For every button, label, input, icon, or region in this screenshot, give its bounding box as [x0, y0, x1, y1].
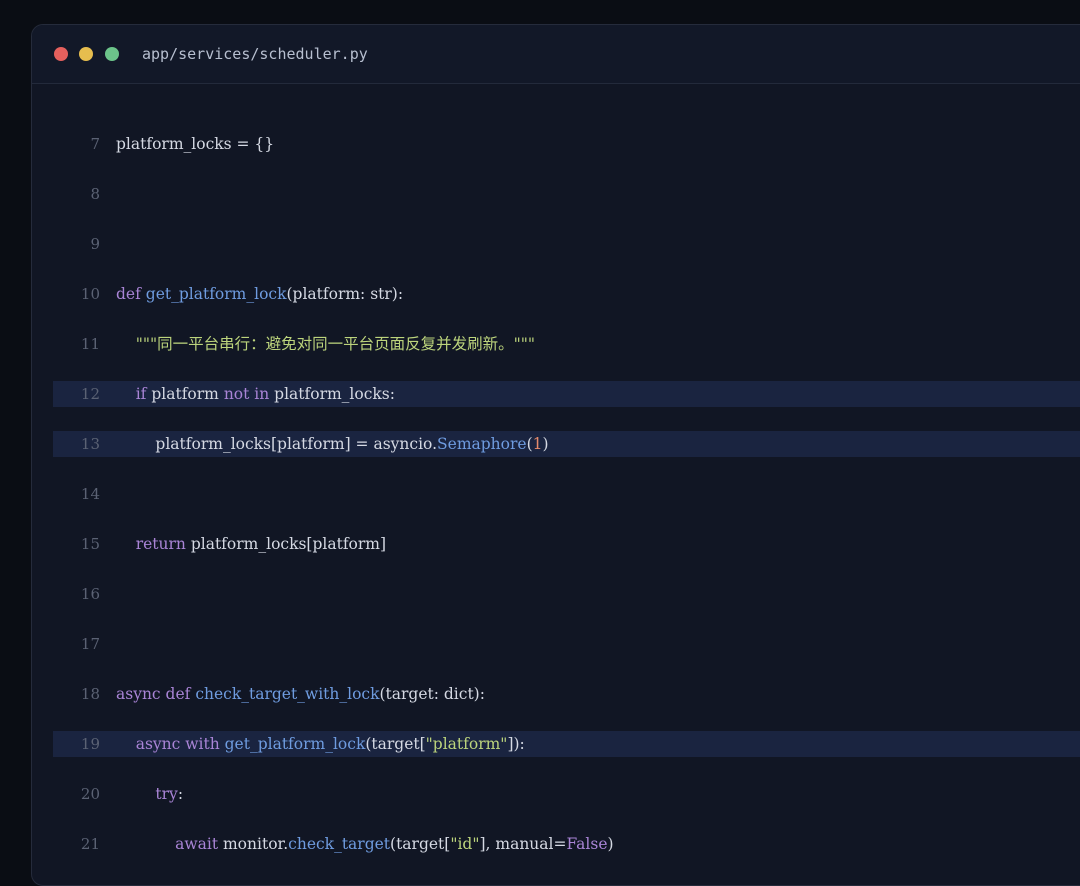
code-token: async def [116, 685, 196, 703]
editor-window: app/services/scheduler.py 7 platform_lock… [31, 24, 1080, 886]
code-token: if [135, 385, 147, 403]
code-token: monitor. [218, 835, 289, 853]
line-number: 20 [80, 785, 100, 803]
code-token: "platform" [425, 735, 508, 753]
code-line[interactable]: 9 [53, 231, 1080, 257]
code-token: async with [135, 735, 225, 753]
line-code-text: return platform_locks[platform] [116, 531, 386, 557]
line-code-text: try: [116, 781, 183, 807]
line-number: 18 [80, 685, 100, 703]
code-line[interactable]: 17 [53, 631, 1080, 657]
code-line[interactable]: 21 await monitor.check_target(target["id… [53, 831, 1080, 857]
code-token: 1 [532, 435, 543, 453]
code-line[interactable]: 14 [53, 481, 1080, 507]
line-number: 13 [80, 435, 100, 453]
code-token: platform_locks[platform] [185, 535, 387, 553]
code-line[interactable]: 10 def get_platform_lock(platform: str): [53, 281, 1080, 307]
line-code-text: async with get_platform_lock(target["pla… [116, 731, 525, 757]
code-token: (platform: str): [286, 285, 404, 303]
line-number: 9 [90, 235, 100, 253]
line-code-text: platform_locks = {} [116, 131, 274, 157]
line-number: 14 [80, 485, 100, 503]
code-token: get_platform_lock [145, 285, 287, 303]
code-token: platform_locks[platform] = asyncio. [116, 435, 438, 453]
code-line[interactable]: 20 try: [53, 781, 1080, 807]
code-line[interactable]: 7 platform_locks = {} [53, 131, 1080, 157]
code-token: ], manual= [479, 835, 567, 853]
line-code-text: """同一平台串行：避免对同一平台页面反复并发刷新。""" [116, 331, 535, 357]
code-token: platform [146, 385, 224, 403]
code-token: not in [223, 385, 270, 403]
code-editor[interactable]: 7 platform_locks = {} 8 9 10 def get_platform… [32, 25, 1080, 885]
code-token: def [116, 285, 146, 303]
code-line[interactable]: 8 [53, 181, 1080, 207]
code-token: """同一平台串行：避免对同一平台页面反复并发刷新。""" [135, 335, 535, 353]
line-number: 8 [90, 185, 100, 203]
code-line[interactable]: 15 return platform_locks[platform] [53, 531, 1080, 557]
code-line[interactable]: 11 """同一平台串行：避免对同一平台页面反复并发刷新。""" [53, 331, 1080, 357]
line-number: 21 [80, 835, 100, 853]
code-line-highlighted[interactable]: 12 if platform not in platform_locks: [53, 381, 1080, 407]
code-token: Semaphore [437, 435, 527, 453]
line-code-text: async def check_target_with_lock(target:… [116, 681, 485, 707]
line-code-text: def get_platform_lock(platform: str): [116, 281, 403, 307]
line-number: 16 [80, 585, 100, 603]
code-token: ) [607, 835, 614, 853]
code-token: check_target [288, 835, 391, 853]
line-code-text: if platform not in platform_locks: [116, 381, 395, 407]
code-token: get_platform_lock [224, 735, 366, 753]
line-number: 17 [80, 635, 100, 653]
line-code-text: await monitor.check_target(target["id"],… [116, 831, 614, 857]
code-line[interactable]: 16 [53, 581, 1080, 607]
line-number: 19 [80, 735, 100, 753]
code-token: "id" [450, 835, 480, 853]
code-token: False [566, 835, 608, 853]
code-token: await [175, 835, 219, 853]
code-line-highlighted[interactable]: 13 platform_locks[platform] = asyncio.Se… [53, 431, 1080, 457]
line-number: 12 [80, 385, 100, 403]
line-number: 15 [80, 535, 100, 553]
code-token: : [177, 785, 184, 803]
code-token: (target: dict): [379, 685, 485, 703]
code-token: try [155, 785, 178, 803]
code-line[interactable]: 18 async def check_target_with_lock(targe… [53, 681, 1080, 707]
code-token: (target[ [365, 735, 426, 753]
line-number: 10 [80, 285, 100, 303]
code-token: ]): [507, 735, 525, 753]
line-code-text: platform_locks[platform] = asyncio.Semap… [116, 431, 549, 457]
code-token: ) [542, 435, 549, 453]
code-line-highlighted[interactable]: 19 async with get_platform_lock(target["… [53, 731, 1080, 757]
code-token: (target[ [390, 835, 451, 853]
code-token: check_target_with_lock [195, 685, 380, 703]
code-token: platform_locks = {} [116, 135, 275, 153]
code-token: platform_locks: [269, 385, 395, 403]
line-number: 7 [90, 135, 100, 153]
code-token: return [135, 535, 186, 553]
line-number: 11 [80, 335, 100, 353]
